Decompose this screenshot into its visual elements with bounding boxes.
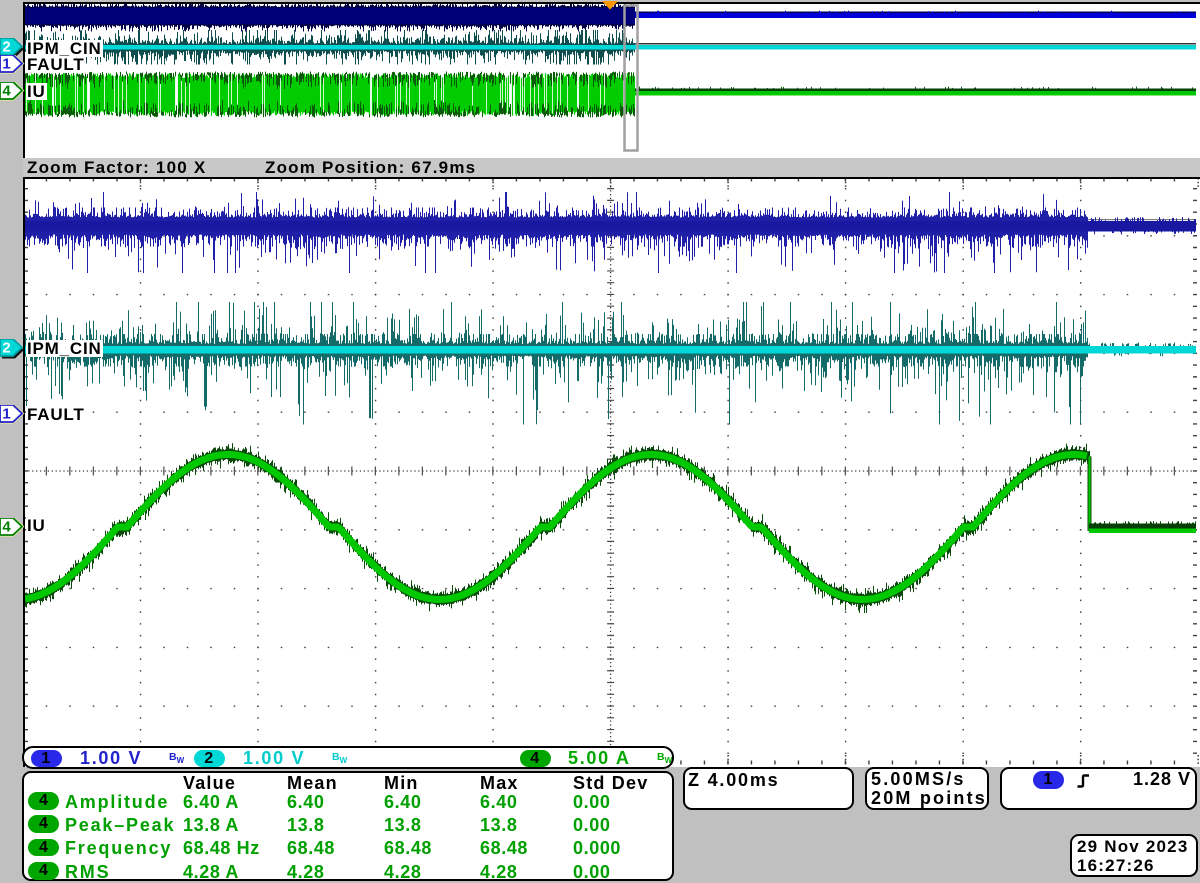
svg-text:2: 2	[2, 340, 10, 357]
svg-text:1: 1	[2, 406, 10, 423]
svg-text:4: 4	[2, 83, 11, 100]
svg-text:1: 1	[2, 56, 10, 73]
svg-text:2: 2	[2, 39, 10, 56]
svg-text:4: 4	[2, 519, 11, 536]
